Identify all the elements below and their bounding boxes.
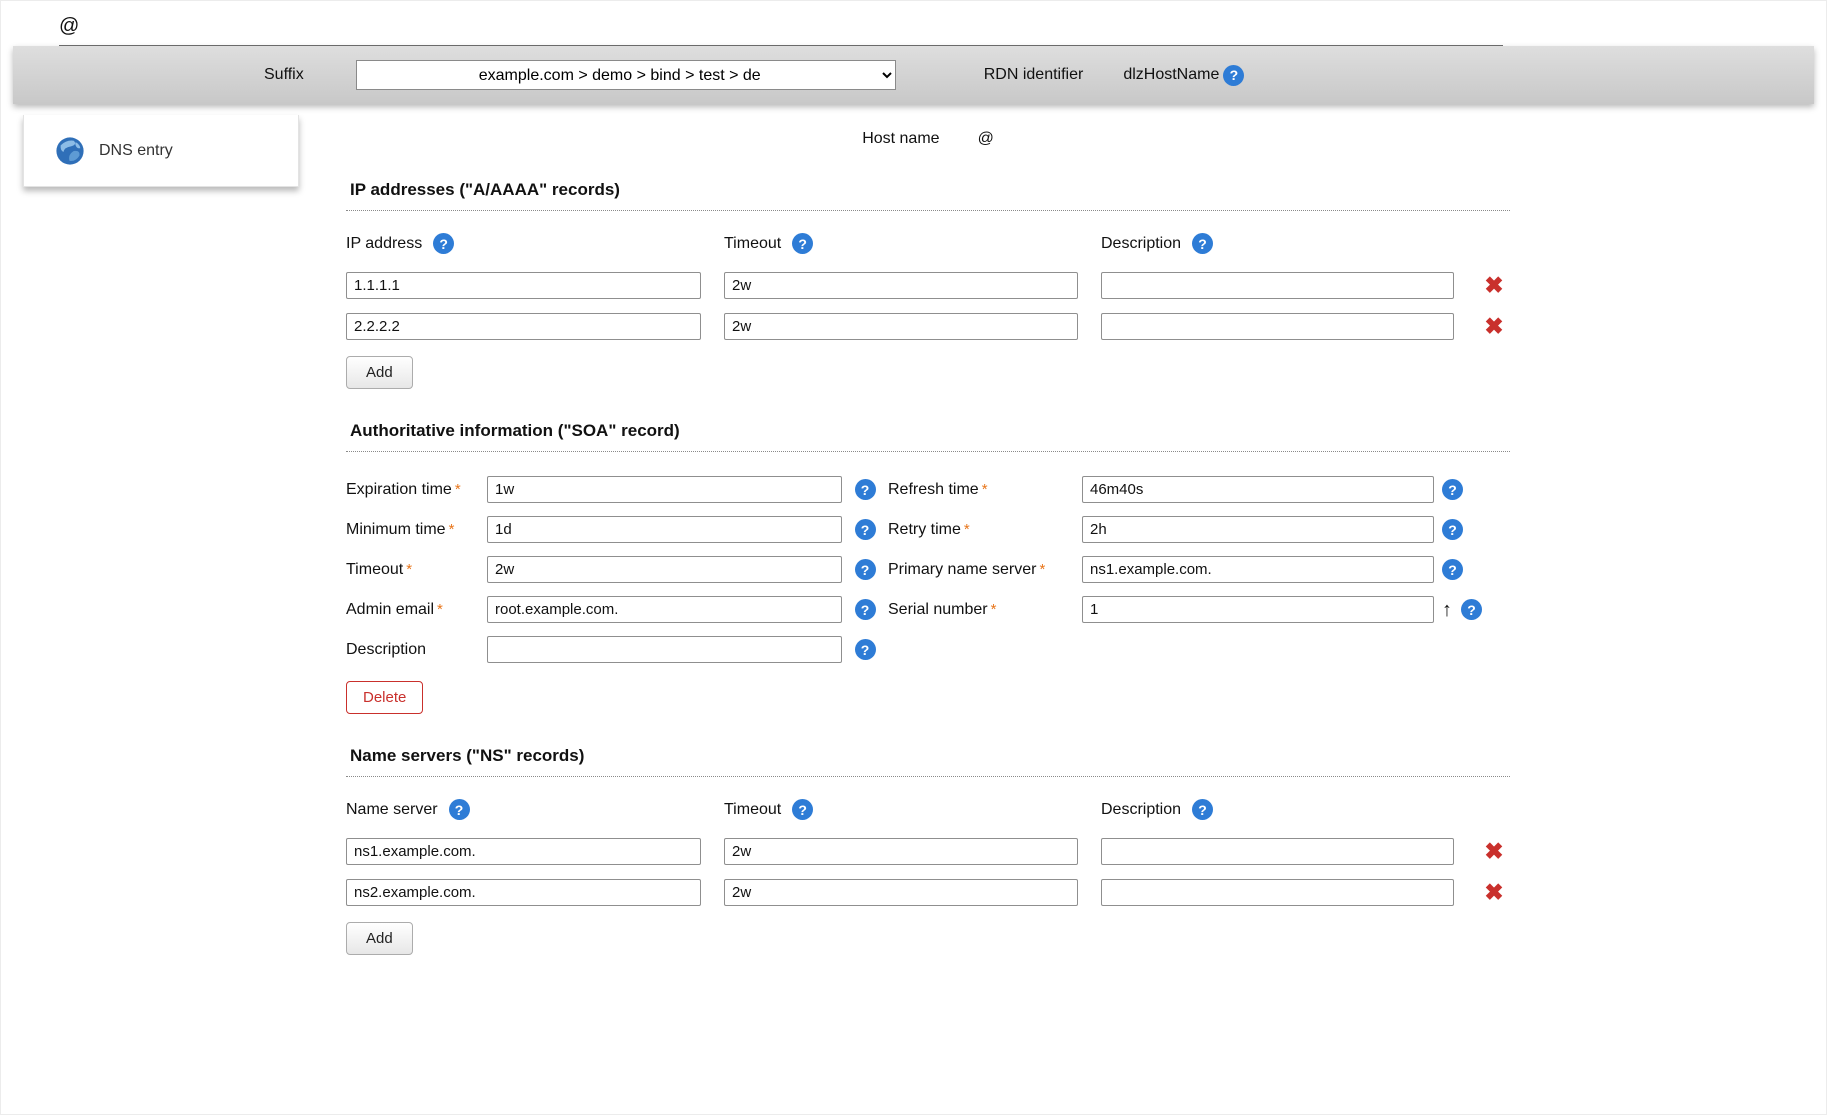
minimum-time-input[interactable] <box>487 516 842 543</box>
ns-server-input-0[interactable] <box>346 838 701 865</box>
soa-description-input[interactable] <box>487 636 842 663</box>
ip-address-input-0[interactable] <box>346 272 701 299</box>
toolbar: Suffix example.com > demo > bind > test … <box>13 46 1814 104</box>
content: DNS entry Host name @ IP addresses ("A/A… <box>1 104 1826 955</box>
serial-increment-icon[interactable]: ↑ <box>1442 600 1452 620</box>
minimum-time-label: Minimum time* <box>346 521 487 539</box>
expiration-time-input[interactable] <box>487 476 842 503</box>
required-mark: * <box>991 601 997 618</box>
page-header: @ <box>1 1 1826 38</box>
soa-section-title: Authoritative information ("SOA" record) <box>346 421 1510 452</box>
ip-timeout-header-label: Timeout <box>724 235 781 253</box>
ip-description-input-1[interactable] <box>1101 313 1454 340</box>
ns-server-column-header: Name server ? <box>346 799 701 824</box>
ns-row-delete-icon-0[interactable]: ✖ <box>1477 840 1511 863</box>
refresh-time-help-icon[interactable]: ? <box>1442 479 1463 500</box>
required-mark: * <box>1039 561 1045 578</box>
required-mark: * <box>982 481 988 498</box>
ip-description-header-label: Description <box>1101 235 1181 253</box>
ns-description-column-header: Description ? <box>1101 799 1454 824</box>
main-form: Host name @ IP addresses ("A/AAAA" recor… <box>346 104 1510 955</box>
refresh-time-label: Refresh time* <box>888 481 1082 499</box>
ns-timeout-header-label: Timeout <box>724 801 781 819</box>
ns-records-grid: Name server ? Timeout ? Description ? ✖ <box>346 799 1510 906</box>
ip-add-button[interactable]: Add <box>346 356 413 389</box>
ip-description-column-header: Description ? <box>1101 233 1454 258</box>
suffix-label: Suffix <box>264 66 304 84</box>
rdn-identifier-label: RDN identifier <box>984 66 1084 84</box>
retry-time-label: Retry time* <box>888 521 1082 539</box>
serial-number-label: Serial number* <box>888 601 1082 619</box>
ip-timeout-input-1[interactable] <box>724 313 1078 340</box>
ip-address-help-icon[interactable]: ? <box>433 233 454 254</box>
expiration-time-label: Expiration time* <box>346 481 487 499</box>
ns-timeout-help-icon[interactable]: ? <box>792 799 813 820</box>
ip-section-title: IP addresses ("A/AAAA" records) <box>346 180 1510 211</box>
ip-address-header-label: IP address <box>346 235 422 253</box>
ns-section-title: Name servers ("NS" records) <box>346 746 1510 777</box>
soa-timeout-input[interactable] <box>487 556 842 583</box>
soa-delete-button[interactable]: Delete <box>346 681 423 714</box>
rdn-identifier-value: dlzHostName <box>1123 66 1219 84</box>
admin-email-help-icon[interactable]: ? <box>855 599 876 620</box>
ip-address-column-header: IP address ? <box>346 233 701 258</box>
ns-description-input-1[interactable] <box>1101 879 1454 906</box>
ns-description-input-0[interactable] <box>1101 838 1454 865</box>
soa-timeout-help-icon[interactable]: ? <box>855 559 876 580</box>
soa-grid: Expiration time* ? Refresh time* ? Minim… <box>346 476 1510 663</box>
page: @ Suffix example.com > demo > bind > tes… <box>0 0 1827 1115</box>
required-mark: * <box>449 521 455 538</box>
required-mark: * <box>455 481 461 498</box>
ip-timeout-help-icon[interactable]: ? <box>792 233 813 254</box>
sidebar: DNS entry <box>1 104 298 955</box>
ip-description-input-0[interactable] <box>1101 272 1454 299</box>
ns-server-help-icon[interactable]: ? <box>449 799 470 820</box>
primary-name-server-input[interactable] <box>1082 556 1434 583</box>
serial-number-input[interactable] <box>1082 596 1434 623</box>
ip-description-help-icon[interactable]: ? <box>1192 233 1213 254</box>
ip-records-grid: IP address ? Timeout ? Description ? ✖ <box>346 233 1510 340</box>
required-mark: * <box>437 601 443 618</box>
host-name-row: Host name @ <box>346 130 1510 148</box>
expiration-time-help-icon[interactable]: ? <box>855 479 876 500</box>
ns-timeout-column-header: Timeout ? <box>724 799 1078 824</box>
minimum-time-help-icon[interactable]: ? <box>855 519 876 540</box>
admin-email-label: Admin email* <box>346 601 487 619</box>
ip-row-delete-icon-0[interactable]: ✖ <box>1477 274 1511 297</box>
sidebar-item-label: DNS entry <box>99 142 173 160</box>
soa-timeout-label: Timeout* <box>346 561 487 579</box>
required-mark: * <box>406 561 412 578</box>
ns-server-header-label: Name server <box>346 801 438 819</box>
ns-description-help-icon[interactable]: ? <box>1192 799 1213 820</box>
rdn-help-icon[interactable]: ? <box>1223 65 1244 86</box>
ns-description-header-label: Description <box>1101 801 1181 819</box>
ns-row-delete-icon-1[interactable]: ✖ <box>1477 881 1511 904</box>
suffix-select[interactable]: example.com > demo > bind > test > de <box>356 60 896 90</box>
retry-time-help-icon[interactable]: ? <box>1442 519 1463 540</box>
ip-timeout-input-0[interactable] <box>724 272 1078 299</box>
retry-time-input[interactable] <box>1082 516 1434 543</box>
ns-server-input-1[interactable] <box>346 879 701 906</box>
ns-timeout-input-1[interactable] <box>724 879 1078 906</box>
page-title: @ <box>59 15 79 37</box>
admin-email-input[interactable] <box>487 596 842 623</box>
primary-name-server-label: Primary name server* <box>888 561 1082 579</box>
ip-timeout-column-header: Timeout ? <box>724 233 1078 258</box>
required-mark: * <box>964 521 970 538</box>
soa-description-label: Description <box>346 641 487 659</box>
soa-description-help-icon[interactable]: ? <box>855 639 876 660</box>
serial-number-help-icon[interactable]: ? <box>1461 599 1482 620</box>
ns-add-button[interactable]: Add <box>346 922 413 955</box>
sidebar-item-dns-entry[interactable]: DNS entry <box>23 115 299 187</box>
primary-name-server-help-icon[interactable]: ? <box>1442 559 1463 580</box>
globe-icon <box>55 136 85 166</box>
host-name-value: @ <box>978 130 994 148</box>
ns-timeout-input-0[interactable] <box>724 838 1078 865</box>
ip-row-delete-icon-1[interactable]: ✖ <box>1477 315 1511 338</box>
host-name-label: Host name <box>862 130 939 148</box>
ip-address-input-1[interactable] <box>346 313 701 340</box>
refresh-time-input[interactable] <box>1082 476 1434 503</box>
